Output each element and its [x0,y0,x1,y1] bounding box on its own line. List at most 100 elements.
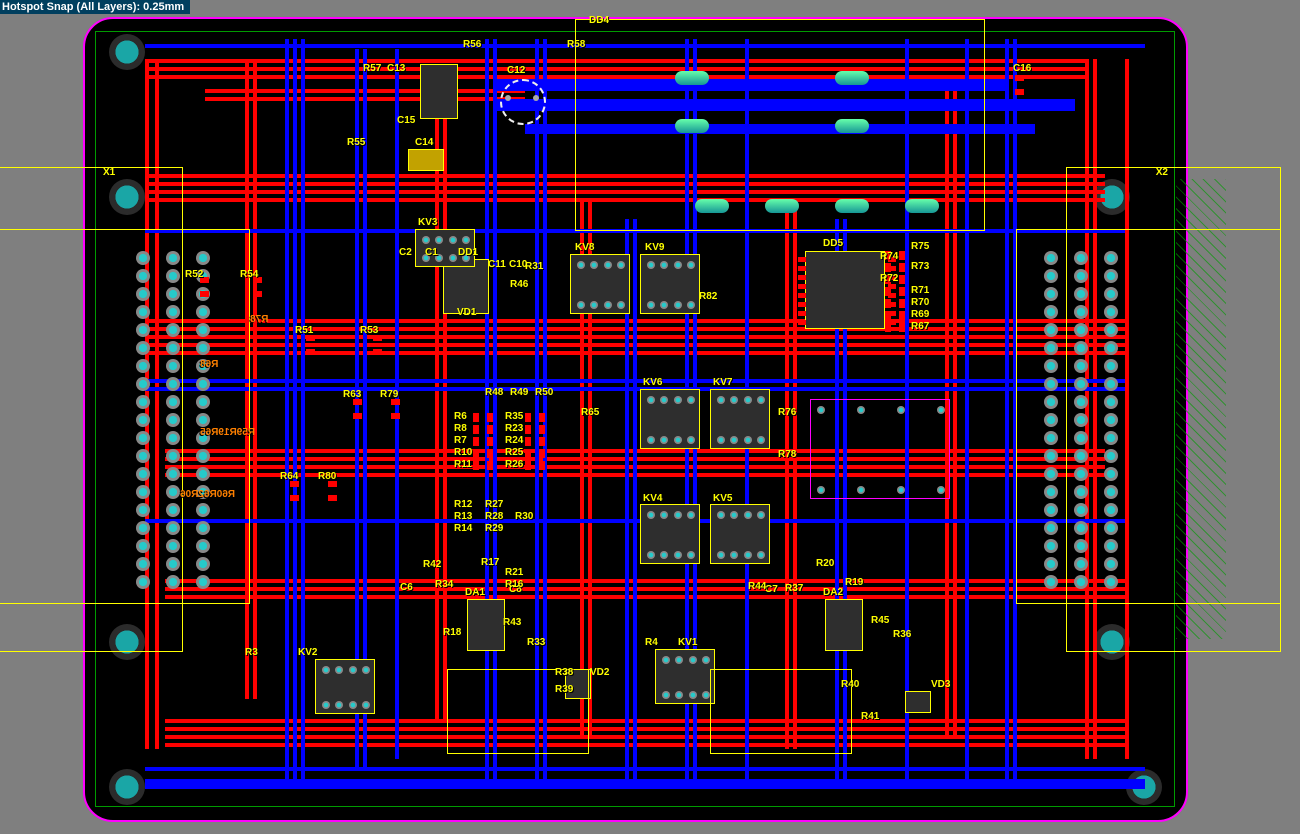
label-kv7: KV7 [713,377,732,388]
label-r13: R13 [454,511,472,522]
relay-pad [662,691,670,699]
relay-pad [617,301,625,309]
relay-pad [577,301,585,309]
relay-pad [687,436,695,444]
trace [485,39,489,779]
label-r30: R30 [515,511,533,522]
smd[interactable] [525,413,545,422]
smd[interactable] [525,461,545,470]
component-da1[interactable] [467,599,505,651]
label-r23: R23 [505,423,523,434]
label-r42: R42 [423,559,441,570]
relay-pad [717,551,725,559]
trace [633,219,637,779]
component-ic-top[interactable] [420,64,458,119]
label-r31: R31 [525,261,543,272]
smd[interactable] [391,399,400,419]
silk-bottom-left-dip [447,669,589,754]
smd[interactable] [525,437,545,446]
label-bottom-r: R68 [200,359,218,370]
label-vd1: VD1 [457,307,476,318]
label-r44: R44 [748,581,766,592]
smd[interactable] [306,335,315,355]
label-c16: C16 [1013,63,1031,74]
relay-pad [647,261,655,269]
component-kv7[interactable] [710,389,770,449]
relay-pad [349,666,357,674]
relay-pad [647,436,655,444]
label-r38: R38 [555,667,573,678]
label-c14: C14 [415,137,433,148]
relay-pad [897,486,905,494]
smd[interactable] [290,481,299,501]
label-r26: R26 [505,459,523,470]
label-r25: R25 [505,447,523,458]
relay-pad [674,511,682,519]
relay-pad [744,396,752,404]
label-kv3: KV3 [418,217,437,228]
component-kv6[interactable] [640,389,700,449]
smd[interactable] [473,437,493,446]
component-kv5[interactable] [710,504,770,564]
pcb-canvas[interactable]: DD4 DD5 DD1 DA1 DA2 X1 X2 KV3 KV8 KV9 KV… [40,12,1260,822]
label-r78: R78 [778,449,796,460]
label-r40: R40 [841,679,859,690]
smd[interactable] [473,461,493,470]
label-c12: C12 [507,65,525,76]
label-r6: R6 [454,411,467,422]
trace [165,719,1125,723]
smd[interactable] [525,425,545,434]
component-kv4[interactable] [640,504,700,564]
component-kv8[interactable] [570,254,630,314]
relay-pad [675,656,683,664]
component-dd1[interactable] [443,259,489,314]
smd[interactable] [328,481,337,501]
pcb-board-outline[interactable]: DD4 DD5 DD1 DA1 DA2 X1 X2 KV3 KV8 KV9 KV… [83,17,1188,822]
relay-pad [687,301,695,309]
label-vd3: VD3 [931,679,950,690]
component-dd5[interactable] [805,251,885,329]
label-r10: R10 [454,447,472,458]
label-r82: R82 [699,291,717,302]
smd[interactable] [473,449,493,458]
relay-pad [817,406,825,414]
smd[interactable] [473,413,493,422]
relay-pad [362,701,370,709]
component-da2[interactable] [825,599,863,651]
smd-c16[interactable] [1015,75,1024,95]
component-kv1[interactable] [655,649,715,704]
label-kv5: KV5 [713,493,732,504]
relay-pad [857,486,865,494]
component-c12[interactable] [500,79,546,125]
component-kv9[interactable] [640,254,700,314]
component-c14[interactable] [408,149,444,171]
label-r63: R63 [343,389,361,400]
label-r48: R48 [485,387,503,398]
label-r28: R28 [485,511,503,522]
component-kv2[interactable] [315,659,375,714]
label-kv8: KV8 [575,242,594,253]
relay-pad [660,301,668,309]
label-r35: R35 [505,411,523,422]
trace [493,39,497,779]
smd[interactable] [373,335,382,355]
smd[interactable] [353,399,362,419]
label-r27: R27 [485,499,503,510]
relay-pad [937,406,945,414]
relay-pad [617,261,625,269]
trace [145,519,1125,523]
relay-pad [590,261,598,269]
status-bar: Hotspot Snap (All Layers): 0.25mm [0,0,190,14]
relay-pad [660,511,668,519]
label-kv1: KV1 [678,637,697,648]
component-vd3[interactable] [905,691,931,713]
smd[interactable] [473,425,493,434]
silk-connector-x2b [1016,229,1281,604]
trace [1005,39,1009,779]
label-r73: R73 [911,261,929,272]
relay-pad [757,396,765,404]
smd[interactable] [253,277,262,297]
smd[interactable] [525,449,545,458]
component-kv-array[interactable] [810,399,950,499]
relay-pad [647,301,655,309]
